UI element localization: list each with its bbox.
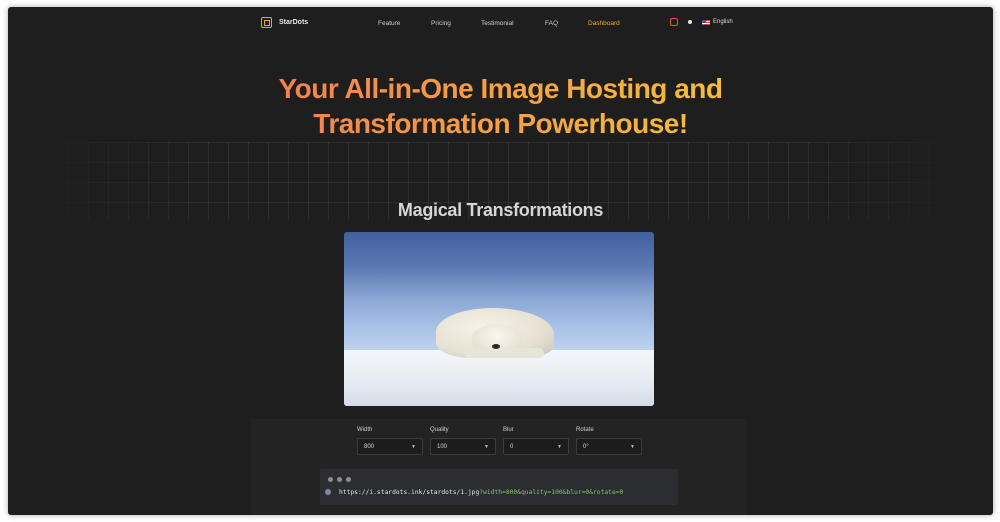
window-dot-icon xyxy=(346,477,351,482)
chevron-down-icon: ▼ xyxy=(411,443,416,450)
window-dot-icon xyxy=(328,477,333,482)
width-label: Width xyxy=(357,427,373,433)
nav-pricing[interactable]: Pricing xyxy=(431,20,451,27)
nav-faq[interactable]: FAQ xyxy=(545,20,558,27)
blur-label: Blur xyxy=(503,427,514,433)
polar-bear-nose xyxy=(492,344,500,349)
nav-actions: English xyxy=(670,18,733,26)
language-label: English xyxy=(713,19,733,25)
width-control: Width 800 ▼ xyxy=(357,427,423,455)
quality-label: Quality xyxy=(430,427,449,433)
quality-value: 100 xyxy=(437,443,448,450)
rotate-control: Rotate 0° ▼ xyxy=(576,427,642,455)
nav-feature[interactable]: Feature xyxy=(378,20,400,27)
rotate-select[interactable]: 0° ▼ xyxy=(576,438,642,455)
rotate-value: 0° xyxy=(583,443,589,450)
globe-icon xyxy=(325,489,331,495)
quality-control: Quality 100 ▼ xyxy=(430,427,496,455)
url-base: https://i.stardots.ink/stardots/1.jpg xyxy=(339,489,480,496)
hero-title-line1: Your All-in-One Image Hosting and xyxy=(8,72,993,106)
transform-url[interactable]: https://i.stardots.ink/stardots/1.jpg?wi… xyxy=(339,489,623,496)
snow-ground xyxy=(344,350,654,406)
polar-bear-paws xyxy=(464,348,544,358)
quality-select[interactable]: 100 ▼ xyxy=(430,438,496,455)
width-select[interactable]: 800 ▼ xyxy=(357,438,423,455)
blur-value: 0 xyxy=(510,443,514,450)
url-query: ?width=800&quality=100&blur=0&rotate=0 xyxy=(479,489,624,496)
rotate-label: Rotate xyxy=(576,427,594,433)
chevron-down-icon: ▼ xyxy=(630,443,635,450)
chevron-down-icon: ▼ xyxy=(557,443,562,450)
section-title: Magical Transformations xyxy=(397,200,604,220)
top-navbar: StarDots Feature Pricing Testimonial FAQ… xyxy=(8,7,993,41)
chevron-down-icon: ▼ xyxy=(484,443,489,450)
sample-image xyxy=(344,232,654,406)
exit-icon[interactable] xyxy=(670,18,678,26)
brand-logo[interactable]: StarDots xyxy=(261,17,308,28)
logo-icon xyxy=(261,17,272,28)
nav-testimonial[interactable]: Testimonial xyxy=(481,20,514,27)
url-code-block: https://i.stardots.ink/stardots/1.jpg?wi… xyxy=(320,469,678,505)
nav-dashboard[interactable]: Dashboard xyxy=(588,20,620,27)
us-flag-icon xyxy=(702,19,710,25)
blur-select[interactable]: 0 ▼ xyxy=(503,438,569,455)
app-window: StarDots Feature Pricing Testimonial FAQ… xyxy=(8,7,993,515)
blur-control: Blur 0 ▼ xyxy=(503,427,569,455)
width-value: 800 xyxy=(364,443,375,450)
brand-name: StarDots xyxy=(279,19,309,26)
theme-toggle-icon[interactable] xyxy=(686,18,694,26)
hero-title-line2: Transformation Powerhouse! xyxy=(8,107,993,141)
language-selector[interactable]: English xyxy=(702,19,733,25)
window-dot-icon xyxy=(337,477,342,482)
